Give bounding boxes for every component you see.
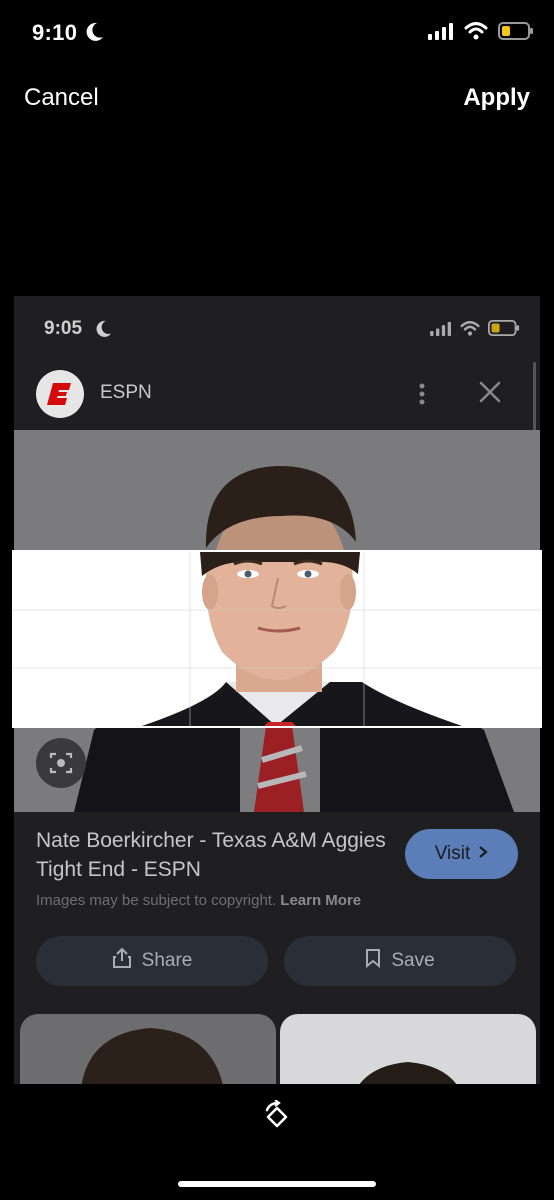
visit-button[interactable]: Visit <box>405 829 518 879</box>
bookmark-icon <box>365 948 381 974</box>
learn-more-link[interactable]: Learn More <box>280 892 361 909</box>
wifi-icon <box>460 320 480 341</box>
more-options-icon[interactable] <box>412 380 432 413</box>
share-icon <box>112 947 132 975</box>
share-label: Share <box>141 950 193 971</box>
save-label: Save <box>391 950 435 971</box>
close-icon[interactable] <box>478 380 502 409</box>
status-bar: 9:10 <box>0 0 554 70</box>
save-button[interactable]: Save <box>284 936 516 986</box>
cancel-button[interactable]: Cancel <box>24 84 99 112</box>
crop-toolbar: Cancel Apply <box>0 78 554 122</box>
result-title[interactable]: Nate Boerkircher - Texas A&M Aggies Tigh… <box>36 826 396 884</box>
lens-search-icon[interactable] <box>36 738 86 788</box>
apply-button[interactable]: Apply <box>463 84 530 112</box>
related-image-thumbnail[interactable] <box>20 1014 276 1084</box>
wifi-icon <box>464 22 488 45</box>
inner-status-time: 9:05 <box>44 318 83 339</box>
related-image-thumbnail[interactable] <box>280 1014 536 1084</box>
rotate-icon[interactable] <box>260 1099 294 1139</box>
copyright-text: Images may be subject to copyright. <box>36 892 277 909</box>
status-time: 9:10 <box>32 20 78 45</box>
moon-icon <box>96 320 112 343</box>
signal-icon <box>430 321 452 341</box>
source-header: ESPN <box>14 366 540 426</box>
espn-logo <box>36 370 84 418</box>
copyright-notice: Images may be subject to copyright. Lear… <box>36 892 361 909</box>
visit-label: Visit <box>434 843 471 864</box>
moon-icon <box>86 22 104 47</box>
home-indicator[interactable] <box>178 1181 376 1187</box>
chevron-right-icon <box>478 843 488 865</box>
battery-icon <box>498 22 534 45</box>
source-name: ESPN <box>100 382 152 403</box>
crop-selection[interactable] <box>12 550 542 728</box>
battery-icon <box>488 320 520 341</box>
signal-icon <box>428 22 454 45</box>
share-button[interactable]: Share <box>36 936 268 986</box>
